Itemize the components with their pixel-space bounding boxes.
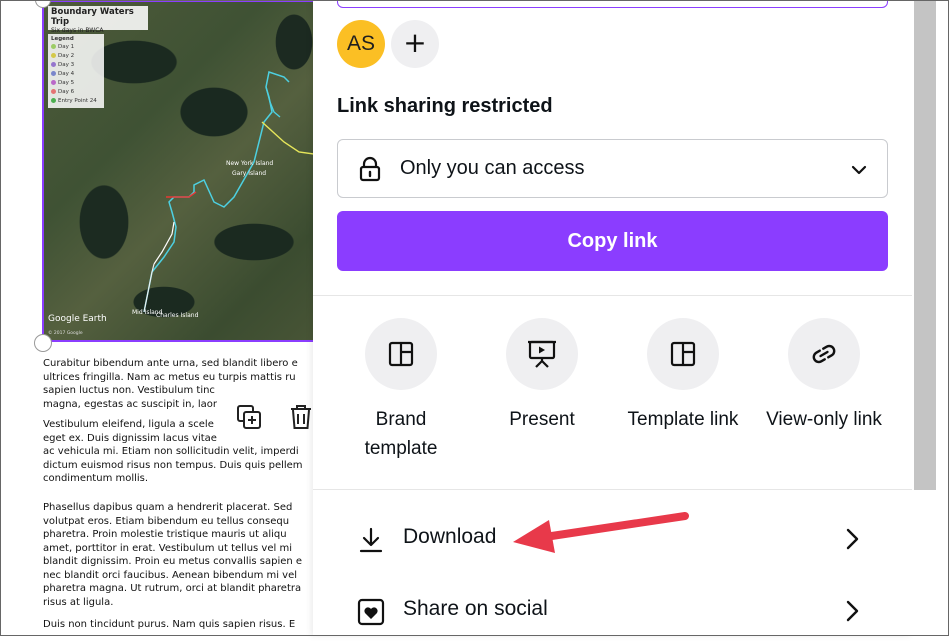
chevron-down-icon [851,165,867,175]
layout-icon [388,341,414,367]
scrollbar-thumb[interactable] [914,0,936,490]
heart-icon [357,598,385,626]
copy-link-button[interactable]: Copy link [337,211,888,271]
map-place-label: Mid Island [132,309,163,316]
layout-icon [670,341,696,367]
map-title: Boundary Waters Trip [51,7,134,27]
resize-handle-bottom[interactable] [34,334,52,352]
option-label: Present [509,409,575,430]
presentation-icon [528,340,556,368]
option-icon-circle [506,318,578,390]
legend-item: Day 5 [51,79,101,88]
map-image[interactable]: Boundary Waters Trip Six days in BWCA Le… [42,0,332,342]
access-select[interactable]: Only you can access [337,139,888,198]
body-paragraph: Duis non tincidunt purus. Nam quis sapie… [43,619,296,630]
download-icon [359,527,383,553]
option-icon-circle [647,318,719,390]
option-icon-circle [788,318,860,390]
add-people-button[interactable]: + [391,20,439,68]
chevron-right-icon [846,528,859,550]
map-subtitle: Six days in BWCA [51,27,104,34]
share-on-social-label: Share on social [403,597,548,620]
share-on-social-row[interactable]: Share on social [313,582,912,642]
map-place-label: Gary Island [232,170,267,177]
duplicate-icon[interactable] [234,402,264,432]
google-earth-watermark: Google Earth [48,314,107,324]
trash-icon[interactable] [286,402,316,432]
lock-icon [359,156,381,182]
legend-title: Legend [51,36,74,42]
people-input[interactable] [337,0,888,8]
brand-template-option[interactable]: Brand template [331,318,471,463]
download-row[interactable]: Download [313,510,912,570]
document-canvas[interactable]: Boundary Waters Trip Six days in BWCA Le… [0,0,332,636]
legend-item: Entry Point 24 [51,97,101,106]
present-option[interactable]: Present [472,318,612,434]
link-icon [812,344,836,364]
map-legend: Legend Day 1 Day 2 Day 3 Day 4 Day 5 Day… [48,34,104,108]
legend-item: Day 1 [51,43,101,52]
body-paragraph: Phasellus dapibus quam a hendrerit place… [43,502,303,608]
view-only-link-option[interactable]: View-only link [754,318,894,434]
divider [313,295,912,296]
map-title-box: Boundary Waters Trip Six days in BWCA [48,6,148,34]
legend-item: Day 6 [51,88,101,97]
legend-item: Day 4 [51,70,101,79]
chevron-right-icon [846,600,859,622]
template-link-option[interactable]: Template link [613,318,753,434]
element-toolbar [222,392,322,446]
share-panel: AS + Link sharing restricted Only you ca… [313,0,912,636]
option-label: Brand template [364,409,438,459]
option-label: Template link [627,409,739,430]
map-place-label: New York Island [226,160,274,167]
access-select-value: Only you can access [400,157,585,179]
legend-item: Day 3 [51,61,101,70]
option-icon-circle [365,318,437,390]
link-sharing-title: Link sharing restricted [337,95,553,117]
divider [313,489,912,490]
legend-item: Day 2 [51,52,101,61]
avatar[interactable]: AS [337,20,385,68]
option-label: View-only link [766,409,882,430]
map-copyright: © 2017 Google [48,331,83,336]
download-label: Download [403,525,497,548]
